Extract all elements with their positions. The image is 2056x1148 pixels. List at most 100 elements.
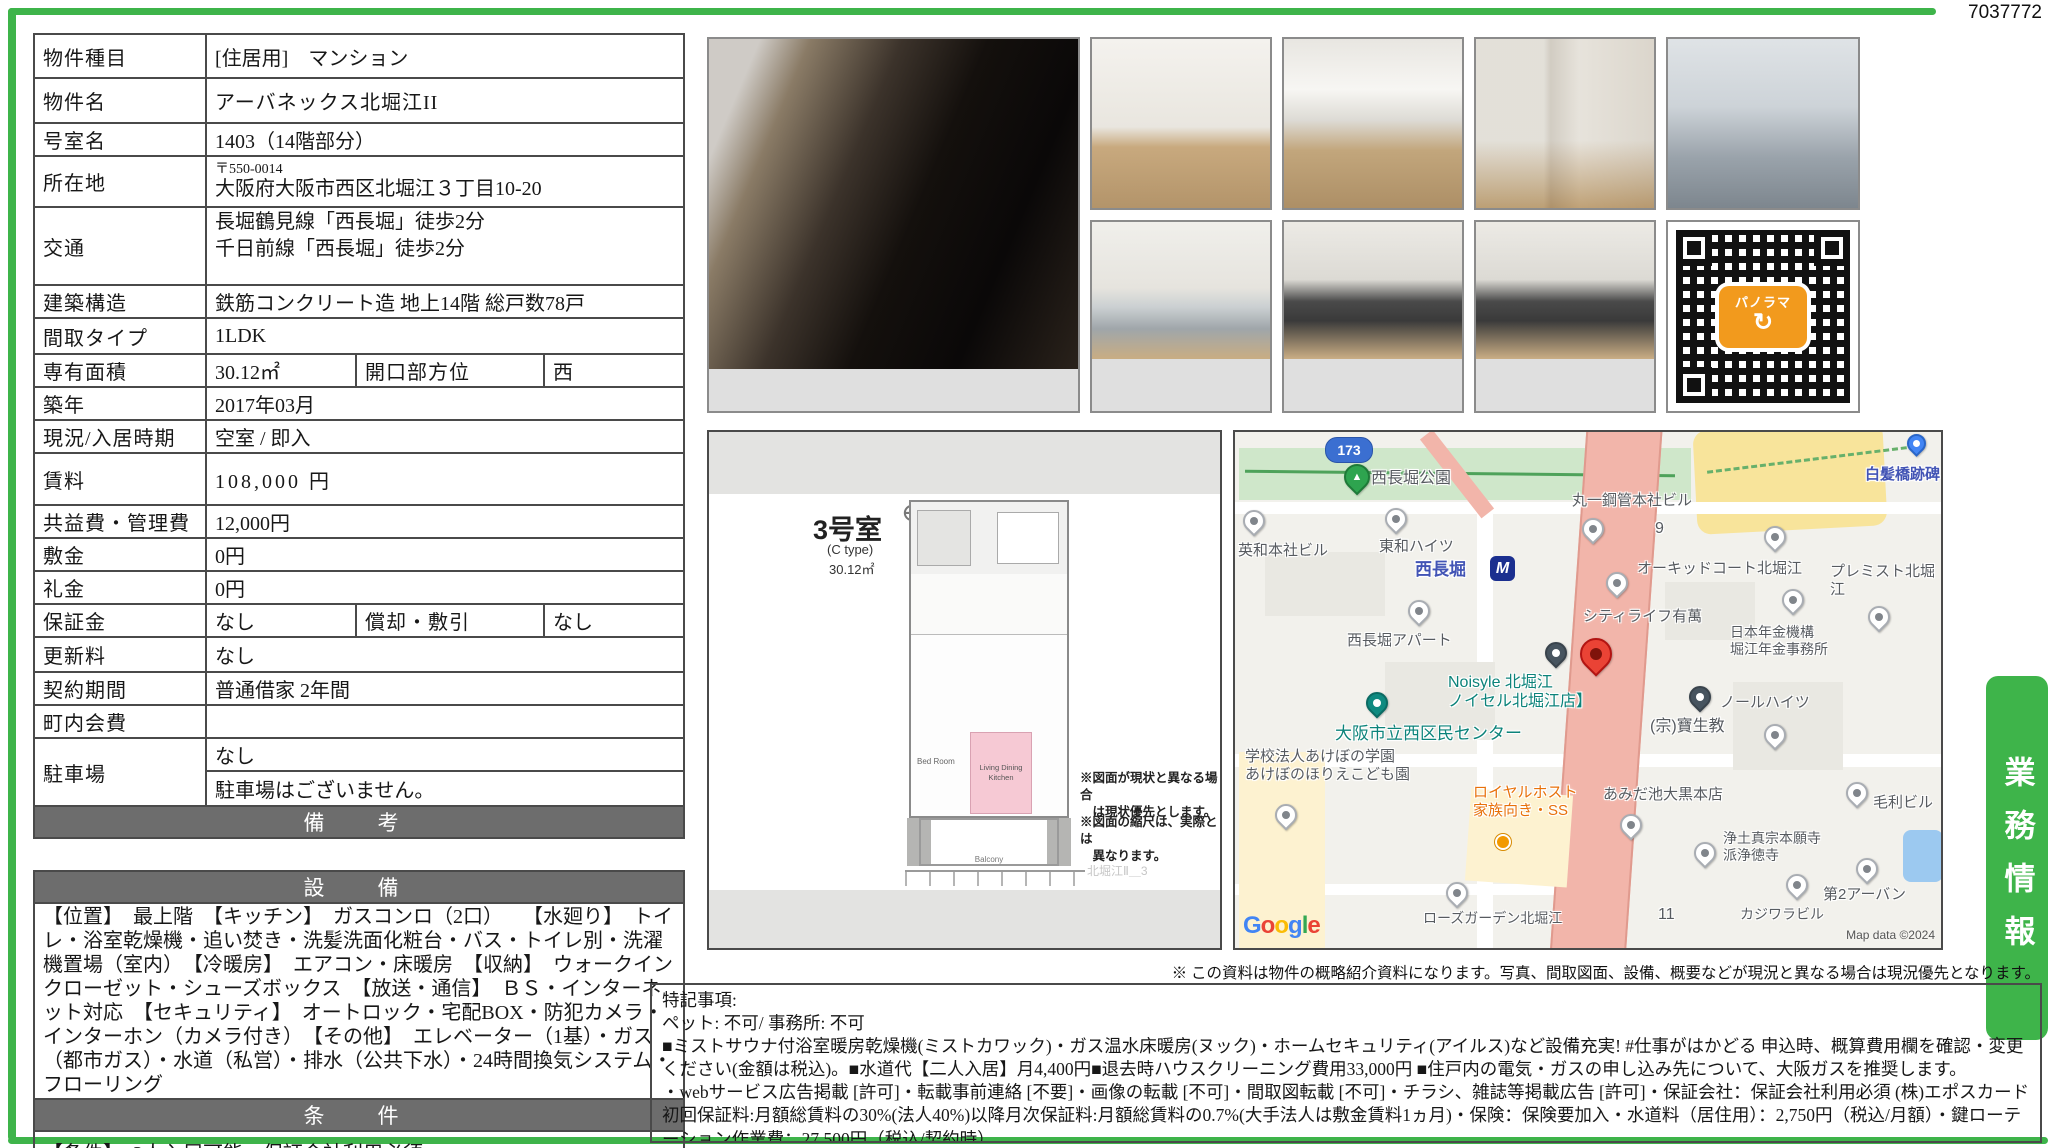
floorplan-balcony: Balcony	[919, 818, 1059, 866]
map-label: 大阪市立西区民センター	[1335, 724, 1522, 744]
google-logo-letter: g	[1288, 912, 1302, 939]
label-cell: 物件種目	[34, 34, 206, 78]
photo-filler	[709, 369, 1078, 411]
label-cell: 交通	[34, 207, 206, 285]
address-text: 大阪府大阪市西区北堀江３丁目10-20	[215, 178, 675, 201]
photo-room-2	[1282, 37, 1464, 210]
photo-hallway	[1474, 37, 1656, 210]
photo-filler	[1284, 359, 1462, 411]
label-cell: 所在地	[34, 156, 206, 207]
water-area	[1903, 830, 1943, 882]
header-equipment: 設 備	[34, 871, 684, 903]
label-cell: 町内会費	[34, 705, 206, 738]
map-label: 9	[1655, 520, 1664, 539]
map-label: 西長堀	[1415, 560, 1466, 580]
room-photo	[1476, 222, 1654, 359]
value-cell: 1LDK	[206, 318, 684, 354]
photo-kitchen	[1282, 220, 1464, 413]
value-cell: アーバネックス北堀江II	[206, 78, 684, 123]
row-layout-type: 間取タイプ1LDK	[34, 318, 684, 354]
value-cell: 0円	[206, 571, 684, 604]
map-label: 英和本社ビル	[1238, 542, 1328, 560]
section-header: 備 考	[34, 806, 684, 838]
main-photo-entrance	[707, 37, 1080, 413]
row-structure: 建築構造鉄筋コンクリート造 地上14階 総戸数78戸	[34, 285, 684, 318]
row-deposit: 敷金0円	[34, 538, 684, 571]
agency-notes: ・webサービス広告掲載 [許可]・転載事前連絡 [不要]・画像の転載 [不可]…	[662, 1081, 2030, 1143]
row-rent: 賃料108,000 円	[34, 453, 684, 505]
document-number: 7037772	[1930, 2, 2042, 24]
row-address: 所在地 〒550-0014大阪府大阪市西区北堀江３丁目10-20	[34, 156, 684, 207]
rent-value: 108,000 円	[206, 453, 684, 505]
photo-filler	[1092, 359, 1270, 411]
label-cell: 共益費・管理費	[34, 505, 206, 538]
map-pin-dark	[1684, 681, 1715, 712]
property-listing-sheet: 7037772 業務情報 物件種目[住居用] マンション 物件名アーバネックス北…	[0, 0, 2056, 1148]
map-label: (宗)寶生教	[1650, 718, 1725, 737]
map-label: 東和ハイツ	[1379, 538, 1454, 556]
map-pin-gray	[1777, 584, 1808, 615]
value-cell: 〒550-0014大阪府大阪市西区北堀江３丁目10-20	[206, 156, 684, 207]
row-property-type: 物件種目[住居用] マンション	[34, 34, 684, 78]
row-floor-area: 専有面積30.12㎡開口部方位西	[34, 354, 684, 387]
row-parking: 駐車場なし	[34, 738, 684, 771]
postal-code: 〒550-0014	[215, 162, 675, 177]
row-key-money: 礼金0円	[34, 571, 684, 604]
map-attribution: Map data ©2024	[1846, 928, 1935, 942]
label-cell: 更新料	[34, 637, 206, 672]
room-photo	[1476, 39, 1654, 208]
map-label: あみだ池大黒本店	[1603, 786, 1723, 804]
photo-room-1	[1090, 37, 1272, 210]
floorplan-header-strip	[709, 432, 1220, 494]
label-cell-2: 償却・敷引	[356, 604, 544, 637]
special-notes-title: 特記事項:	[662, 989, 2030, 1012]
map-label: オーキッドコート北堀江	[1637, 560, 1802, 578]
map-label: 学校法人あけぼの学園 あけぼのほりえこども園	[1245, 748, 1410, 783]
map-label: 西長堀公園	[1371, 470, 1451, 489]
row-status: 現況/入居時期空室 / 即入	[34, 420, 684, 453]
header-conditions: 条 件	[34, 1099, 684, 1131]
photo-kitchen-close	[1474, 220, 1656, 413]
map-label: 11	[1658, 906, 1675, 925]
value-cell: なし	[206, 637, 684, 672]
frame-top	[8, 8, 1936, 15]
panorama-badge: パノラマ ↻	[1719, 286, 1807, 348]
label-cell: 号室名	[34, 123, 206, 156]
floorplan-note-2: ※図面の縮尺は、実際とは 異なります。	[1080, 814, 1220, 865]
value-cell: なし	[206, 604, 356, 637]
map-pin-gray	[1841, 777, 1872, 808]
map-label: シティライフ有萬	[1583, 608, 1702, 626]
row-room-number: 号室名1403（14階部分）	[34, 123, 684, 156]
location-map: 173 M 西長堀公園英和本社ビル東和ハイツ西長堀西長堀アパート丸一鋼管本社ビル…	[1233, 430, 1943, 950]
label-cell: 間取タイプ	[34, 318, 206, 354]
route-shield-173: 173	[1325, 437, 1373, 463]
row-built-year: 築年2017年03月	[34, 387, 684, 420]
label-cell-2: 開口部方位	[356, 354, 544, 387]
row-equipment: 【位置】 最上階 【キッチン】 ガスコンロ（2口） 【水廻り】 トイレ・浴室乾燥…	[34, 903, 684, 1099]
qr-finder-icon	[1814, 230, 1850, 266]
row-guarantee-deposit: 保証金なし償却・敷引なし	[34, 604, 684, 637]
google-logo-letter: e	[1307, 912, 1319, 939]
value-cell-2: 西	[544, 354, 684, 387]
room-photo	[1284, 39, 1462, 208]
label-cell: 敷金	[34, 538, 206, 571]
entrance-photo	[709, 39, 1078, 369]
map-pin-gray	[1689, 837, 1720, 868]
map-pin-gray	[1851, 853, 1882, 884]
map-label: 丸一鋼管本社ビル	[1572, 492, 1692, 510]
floorplan-bedroom-label: Bed Room	[917, 757, 955, 766]
label-cell: 契約期間	[34, 672, 206, 705]
conditions-text: 【条件】 2人入居可能・保証会社利用必須	[34, 1131, 684, 1148]
map-label: 日本年金機構 堀江年金事務所	[1730, 624, 1828, 657]
qr-finder-icon	[1676, 230, 1712, 266]
section-header: 設 備	[34, 871, 684, 903]
map-label: カジワラビル	[1740, 906, 1824, 923]
row-conditions: 【条件】 2人入居可能・保証会社利用必須	[34, 1131, 684, 1148]
label-cell: 物件名	[34, 78, 206, 123]
map-label: 西長堀アパート	[1347, 632, 1452, 650]
equipment-text: 【位置】 最上階 【キッチン】 ガスコンロ（2口） 【水廻り】 トイレ・浴室乾燥…	[34, 903, 684, 1099]
map-label: 第2アーバン	[1823, 886, 1906, 904]
room-photo	[1668, 39, 1858, 208]
row-property-name: 物件名アーバネックス北堀江II	[34, 78, 684, 123]
label-cell: 現況/入居時期	[34, 420, 206, 453]
